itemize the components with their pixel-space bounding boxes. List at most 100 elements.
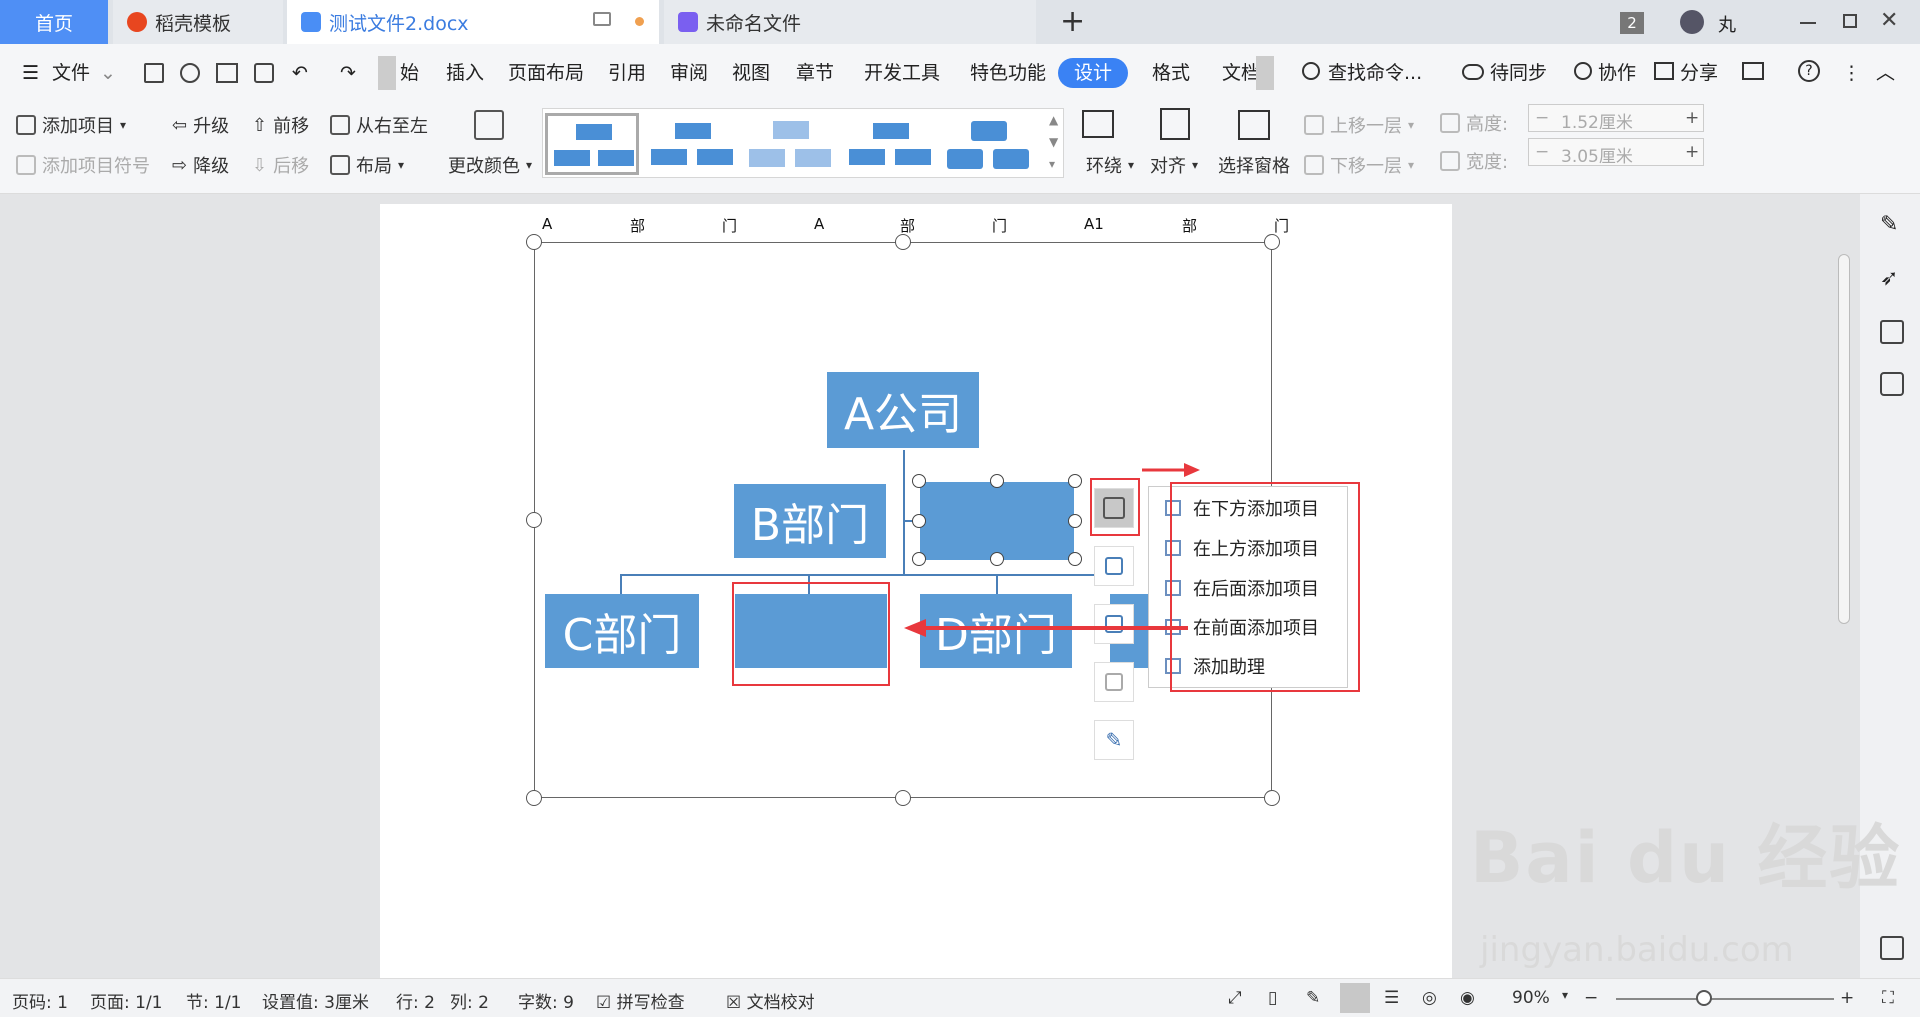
- demote-button[interactable]: ⇨ 降级: [172, 152, 229, 178]
- status-pages[interactable]: 页面: 1/1: [90, 988, 163, 1013]
- height-increment[interactable]: +: [1685, 108, 1699, 128]
- status-setting[interactable]: 设置值: 3厘米: [262, 988, 369, 1013]
- restore-icon[interactable]: [1843, 14, 1857, 28]
- search-commands[interactable]: 查找命令...: [1328, 58, 1422, 88]
- tab-home[interactable]: 首页: [0, 0, 108, 44]
- shape-handle[interactable]: [912, 514, 926, 528]
- resize-handle[interactable]: [526, 512, 542, 528]
- web-view-icon[interactable]: ◎: [1422, 988, 1437, 1008]
- width-decrement[interactable]: −: [1535, 142, 1549, 162]
- status-page-number[interactable]: 页码: 1: [12, 988, 68, 1013]
- bring-forward-button[interactable]: 上移一层 ▾: [1304, 112, 1414, 138]
- orgchart-node-c[interactable]: C部门: [545, 594, 699, 668]
- spell-check-button[interactable]: ☑ 拼写检查: [596, 988, 685, 1013]
- text-pane-float-button[interactable]: [1094, 662, 1134, 702]
- menu-special[interactable]: 特色功能: [970, 58, 1046, 88]
- shape-handle[interactable]: [1068, 514, 1082, 528]
- height-spinner[interactable]: − 1.52厘米 +: [1528, 104, 1704, 133]
- save-icon[interactable]: [144, 63, 164, 83]
- menu-start[interactable]: 始: [400, 58, 419, 88]
- new-tab-button[interactable]: +: [1060, 4, 1085, 39]
- gallery-expand-icon[interactable]: ▾: [1049, 157, 1055, 171]
- username[interactable]: 丸: [1718, 11, 1736, 37]
- style-option-4[interactable]: [843, 113, 937, 175]
- layout-button[interactable]: 布局 ▾: [330, 152, 404, 178]
- style-option-2[interactable]: [645, 113, 739, 175]
- edit-mode-icon[interactable]: ✎: [1306, 988, 1320, 1008]
- scrollbar-thumb[interactable]: [1838, 254, 1850, 624]
- orgchart-node-b[interactable]: B部门: [734, 484, 886, 558]
- redo-icon[interactable]: ↷: [340, 58, 356, 88]
- shape-handle[interactable]: [912, 552, 926, 566]
- scroll-right-button[interactable]: [1256, 56, 1274, 90]
- share-button[interactable]: 分享: [1680, 58, 1718, 88]
- tab-untitled[interactable]: 未命名文件: [664, 0, 1036, 44]
- minimize-icon[interactable]: [1800, 22, 1816, 24]
- zoom-dropdown-icon[interactable]: ▾: [1562, 988, 1568, 1002]
- menu-format[interactable]: 格式: [1152, 58, 1190, 88]
- right-to-left-button[interactable]: 从右至左: [330, 112, 428, 138]
- menu-view[interactable]: 视图: [732, 58, 770, 88]
- export-icon[interactable]: [180, 63, 200, 83]
- fullscreen-icon[interactable]: ⤢: [1228, 988, 1242, 1008]
- change-color-icon[interactable]: [474, 110, 504, 140]
- help-icon[interactable]: ?: [1798, 60, 1820, 82]
- style-option-5[interactable]: [941, 113, 1035, 175]
- cursor-icon[interactable]: ➶: [1880, 266, 1904, 291]
- zoom-level[interactable]: 90%: [1512, 988, 1550, 1008]
- pen-icon[interactable]: ✎: [1880, 212, 1904, 237]
- collab-button[interactable]: 协作: [1598, 58, 1636, 88]
- settings-sliders-icon[interactable]: [1880, 320, 1904, 344]
- resize-handle[interactable]: [526, 234, 542, 250]
- print-preview-icon[interactable]: [254, 63, 274, 83]
- eye-protection-icon[interactable]: ◉: [1460, 988, 1475, 1008]
- orgchart-node-a[interactable]: A公司: [827, 372, 979, 448]
- resize-handle[interactable]: [895, 234, 911, 250]
- monitor-icon[interactable]: [593, 12, 611, 26]
- apps-grid-icon[interactable]: [1880, 936, 1904, 960]
- move-down-button[interactable]: ⇩ 后移: [252, 152, 309, 178]
- proofread-button[interactable]: ☒ 文档校对: [726, 988, 815, 1013]
- lock-icon[interactable]: [1880, 372, 1904, 396]
- sync-status[interactable]: 待同步: [1490, 58, 1547, 88]
- shape-handle[interactable]: [990, 552, 1004, 566]
- tool-icon[interactable]: [1742, 62, 1764, 80]
- change-layout-float-button[interactable]: [1094, 546, 1134, 586]
- zoom-slider[interactable]: [1616, 998, 1834, 1000]
- align-button[interactable]: 对齐 ▾: [1150, 152, 1198, 178]
- read-mode-icon[interactable]: ▯: [1268, 988, 1277, 1008]
- change-color-button[interactable]: 更改颜色 ▾: [448, 152, 532, 178]
- status-row[interactable]: 行: 2: [396, 988, 435, 1013]
- shape-handle[interactable]: [990, 474, 1004, 488]
- window-count-badge[interactable]: 2: [1620, 12, 1644, 34]
- send-backward-button[interactable]: 下移一层 ▾: [1304, 152, 1414, 178]
- width-spinner[interactable]: − 3.05厘米 +: [1528, 138, 1704, 167]
- gallery-scroll-up-icon[interactable]: ▲: [1049, 113, 1058, 127]
- scroll-left-button[interactable]: [378, 56, 396, 90]
- menu-page-layout[interactable]: 页面布局: [508, 58, 584, 88]
- close-icon[interactable]: ✕: [1880, 8, 1898, 33]
- style-option-1[interactable]: [545, 113, 639, 175]
- fit-window-icon[interactable]: ⛶: [1882, 988, 1894, 1008]
- resize-handle[interactable]: [1264, 234, 1280, 250]
- orgchart-node-selected[interactable]: [920, 482, 1074, 560]
- page-view-icon[interactable]: [1340, 983, 1370, 1013]
- chevron-down-icon[interactable]: ⌄: [100, 58, 116, 88]
- menu-chapter[interactable]: 章节: [796, 58, 834, 88]
- zoom-in-button[interactable]: +: [1840, 988, 1854, 1008]
- status-word-count[interactable]: 字数: 9: [518, 988, 574, 1013]
- gallery-scroll-down-icon[interactable]: ▼: [1049, 135, 1058, 149]
- tab-docer-templates[interactable]: 稻壳模板: [113, 0, 283, 44]
- selection-pane-button[interactable]: 选择窗格: [1218, 152, 1290, 178]
- shape-handle[interactable]: [1068, 552, 1082, 566]
- style-brush-float-button[interactable]: ✎: [1094, 720, 1134, 760]
- collapse-ribbon-icon[interactable]: ︿: [1876, 58, 1895, 88]
- menu-review[interactable]: 审阅: [670, 58, 708, 88]
- resize-handle[interactable]: [1264, 790, 1280, 806]
- add-item-button[interactable]: 添加项目 ▾: [16, 112, 126, 138]
- shape-handle[interactable]: [1068, 474, 1082, 488]
- wrap-button[interactable]: 环绕 ▾: [1086, 152, 1134, 178]
- width-increment[interactable]: +: [1685, 142, 1699, 162]
- menu-insert[interactable]: 插入: [446, 58, 484, 88]
- move-up-button[interactable]: ⇧ 前移: [252, 112, 309, 138]
